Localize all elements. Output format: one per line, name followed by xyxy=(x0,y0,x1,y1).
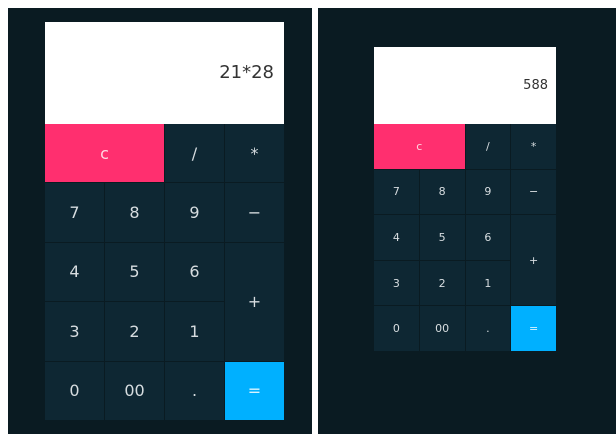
digit-7-button[interactable]: 7 xyxy=(45,183,104,242)
equals-button[interactable]: = xyxy=(511,306,556,351)
minus-button[interactable]: − xyxy=(511,169,556,215)
digit-5-button[interactable]: 5 xyxy=(105,242,164,302)
double-zero-button[interactable]: 00 xyxy=(419,306,465,351)
calculator-left: 21*28 c / * 7 8 9 − 4 5 6 + 3 2 1 0 00 .… xyxy=(45,22,284,420)
digit-2-button[interactable]: 2 xyxy=(105,302,164,361)
divide-button[interactable]: / xyxy=(165,124,224,183)
left-screenshot-panel: 21*28 c / * 7 8 9 − 4 5 6 + 3 2 1 0 00 .… xyxy=(8,8,312,434)
digit-2-button[interactable]: 2 xyxy=(419,260,465,306)
digit-6-button[interactable]: 6 xyxy=(165,242,224,302)
minus-button[interactable]: − xyxy=(225,183,284,242)
multiply-button[interactable]: * xyxy=(225,124,284,183)
digit-7-button[interactable]: 7 xyxy=(374,169,419,215)
equals-button[interactable]: = xyxy=(225,361,284,420)
double-zero-button[interactable]: 00 xyxy=(105,361,164,420)
digit-4-button[interactable]: 4 xyxy=(374,215,419,260)
right-screenshot-panel: 588 c / * 7 8 9 − 4 5 6 + 3 2 1 0 00 . = xyxy=(318,8,616,434)
digit-9-button[interactable]: 9 xyxy=(465,169,511,215)
decimal-button[interactable]: . xyxy=(165,361,224,420)
divide-button[interactable]: / xyxy=(465,124,511,169)
digit-8-button[interactable]: 8 xyxy=(419,169,465,215)
plus-button[interactable]: + xyxy=(225,242,284,361)
keypad: c / * 7 8 9 − 4 5 6 + 3 2 1 0 00 . = xyxy=(45,124,284,420)
digit-0-button[interactable]: 0 xyxy=(374,306,419,351)
calculator-right: 588 c / * 7 8 9 − 4 5 6 + 3 2 1 0 00 . = xyxy=(374,47,556,351)
digit-0-button[interactable]: 0 xyxy=(45,361,104,420)
digit-4-button[interactable]: 4 xyxy=(45,242,104,302)
calculator-display: 588 xyxy=(374,47,556,124)
calculator-display: 21*28 xyxy=(45,22,284,124)
decimal-button[interactable]: . xyxy=(465,306,511,351)
plus-button[interactable]: + xyxy=(511,215,556,306)
keypad: c / * 7 8 9 − 4 5 6 + 3 2 1 0 00 . = xyxy=(374,124,556,351)
clear-button[interactable]: c xyxy=(45,124,164,183)
multiply-button[interactable]: * xyxy=(511,124,556,169)
digit-3-button[interactable]: 3 xyxy=(45,302,104,361)
digit-6-button[interactable]: 6 xyxy=(465,215,511,260)
digit-8-button[interactable]: 8 xyxy=(105,183,164,242)
digit-3-button[interactable]: 3 xyxy=(374,260,419,306)
digit-5-button[interactable]: 5 xyxy=(419,215,465,260)
digit-1-button[interactable]: 1 xyxy=(165,302,224,361)
digit-1-button[interactable]: 1 xyxy=(465,260,511,306)
clear-button[interactable]: c xyxy=(374,124,465,169)
digit-9-button[interactable]: 9 xyxy=(165,183,224,242)
